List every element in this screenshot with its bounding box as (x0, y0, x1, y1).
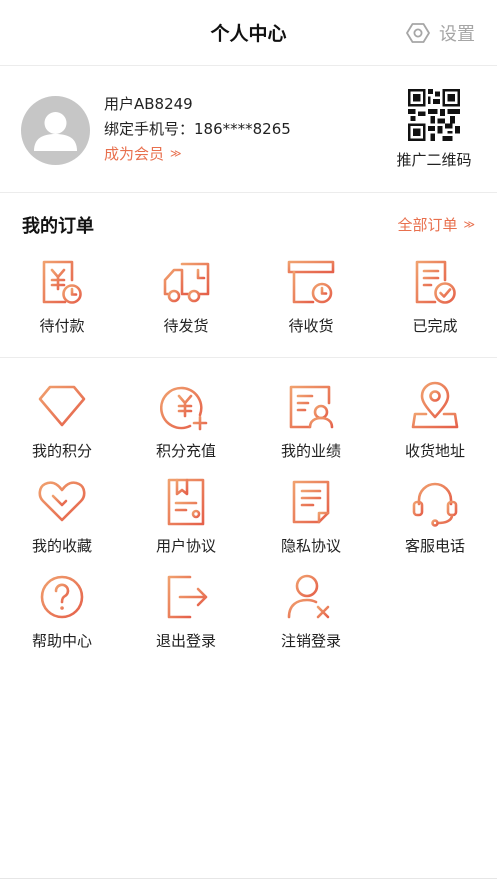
shipping-address-label: 收货地址 (404, 442, 465, 460)
orders-title: 我的订单 (22, 216, 94, 237)
logout-item[interactable]: 退出登录 (124, 571, 248, 661)
privacy-policy-item[interactable]: 隐私协议 (249, 476, 373, 566)
my-points-item[interactable]: 我的积分 (0, 381, 124, 471)
location-pin-icon (411, 381, 459, 429)
pending-payment-icon (42, 260, 82, 304)
diamond-icon (38, 385, 86, 427)
customer-service-item[interactable]: 客服电话 (373, 476, 497, 566)
promo-qrcode-button[interactable]: 推广二维码 (392, 89, 476, 170)
cancel-account-label: 注销登录 (280, 632, 341, 650)
logout-label: 退出登录 (155, 632, 216, 650)
profile-card: 用户AB8249 绑定手机号：186****8265 成为会员 ≫ 推广二维码 (0, 67, 497, 193)
points-recharge-label: 积分充值 (155, 442, 216, 460)
heart-icon (38, 481, 86, 522)
my-favorites-label: 我的收藏 (31, 537, 92, 555)
shipping-address-item[interactable]: 收货地址 (373, 381, 497, 471)
order-status-row: 待付款 待发货 待收货 已完成 (0, 256, 497, 346)
default-user-icon (34, 112, 77, 151)
privacy-policy-label: 隐私协议 (280, 537, 341, 555)
package-clock-icon (287, 260, 335, 304)
my-performance-label: 我的业绩 (280, 442, 341, 460)
my-points-label: 我的积分 (31, 442, 92, 460)
performance-card-icon (289, 385, 334, 429)
all-orders-label: 全部订单 (397, 216, 458, 234)
cancel-account-item[interactable]: 注销登录 (249, 571, 373, 661)
document-icon (292, 480, 330, 524)
services-row-2: 我的收藏 用户协议 隐私协议 客服电话 (0, 476, 497, 566)
help-center-item[interactable]: 帮助中心 (0, 571, 124, 661)
order-completed-label: 已完成 (412, 317, 458, 335)
order-pending-payment[interactable]: 待付款 (0, 256, 124, 346)
qr-code-label: 推广二维码 (396, 151, 472, 169)
help-center-label: 帮助中心 (31, 632, 92, 650)
order-pending-receipt-label: 待收货 (288, 317, 334, 335)
settings-button[interactable]: 设置 (406, 19, 475, 47)
double-chevron-right-icon: ≫ (463, 218, 475, 231)
help-question-icon (40, 575, 84, 619)
points-recharge-item[interactable]: 积分充值 (124, 381, 248, 471)
top-bar: 个人中心 设置 (0, 0, 497, 66)
user-remove-icon (287, 574, 330, 619)
coin-plus-icon (160, 386, 208, 431)
services-row-3: 帮助中心 退出登录 注销登录 (0, 571, 497, 661)
settings-hexagon-icon (406, 23, 430, 43)
user-agreement-item[interactable]: 用户协议 (124, 476, 248, 566)
order-completed[interactable]: 已完成 (373, 256, 497, 346)
services-row-1: 我的积分 积分充值 我的业绩 收货地址 (0, 381, 497, 471)
bound-phone: 绑定手机号：186****8265 (104, 120, 291, 138)
headset-icon (412, 482, 458, 527)
username: 用户AB8249 (104, 95, 193, 113)
qr-code-icon (408, 89, 460, 141)
order-pending-shipment[interactable]: 待发货 (124, 256, 248, 346)
order-pending-shipment-label: 待发货 (163, 317, 209, 335)
double-chevron-right-icon: ≫ (170, 147, 182, 160)
completed-check-icon (415, 260, 456, 304)
user-info: 用户AB8249 绑定手机号：186****8265 成为会员 ≫ (104, 93, 291, 165)
my-performance-item[interactable]: 我的业绩 (249, 381, 373, 471)
user-agreement-label: 用户协议 (155, 537, 216, 555)
settings-label: 设置 (439, 24, 475, 45)
customer-service-label: 客服电话 (404, 537, 465, 555)
logout-icon (167, 575, 208, 619)
become-member-label: 成为会员 (104, 145, 165, 163)
avatar[interactable] (21, 96, 90, 165)
bottom-divider (0, 878, 497, 879)
all-orders-link[interactable]: 全部订单 ≫ (397, 214, 475, 235)
my-favorites-item[interactable]: 我的收藏 (0, 476, 124, 566)
order-pending-receipt[interactable]: 待收货 (249, 256, 373, 346)
truck-icon (163, 262, 210, 303)
my-orders-section: 我的订单 全部订单 ≫ 待付款 待发货 待收货 已完成 (0, 194, 497, 358)
order-pending-payment-label: 待付款 (39, 317, 85, 335)
become-member-link[interactable]: 成为会员 ≫ (104, 143, 291, 165)
agreement-book-icon (167, 478, 205, 526)
